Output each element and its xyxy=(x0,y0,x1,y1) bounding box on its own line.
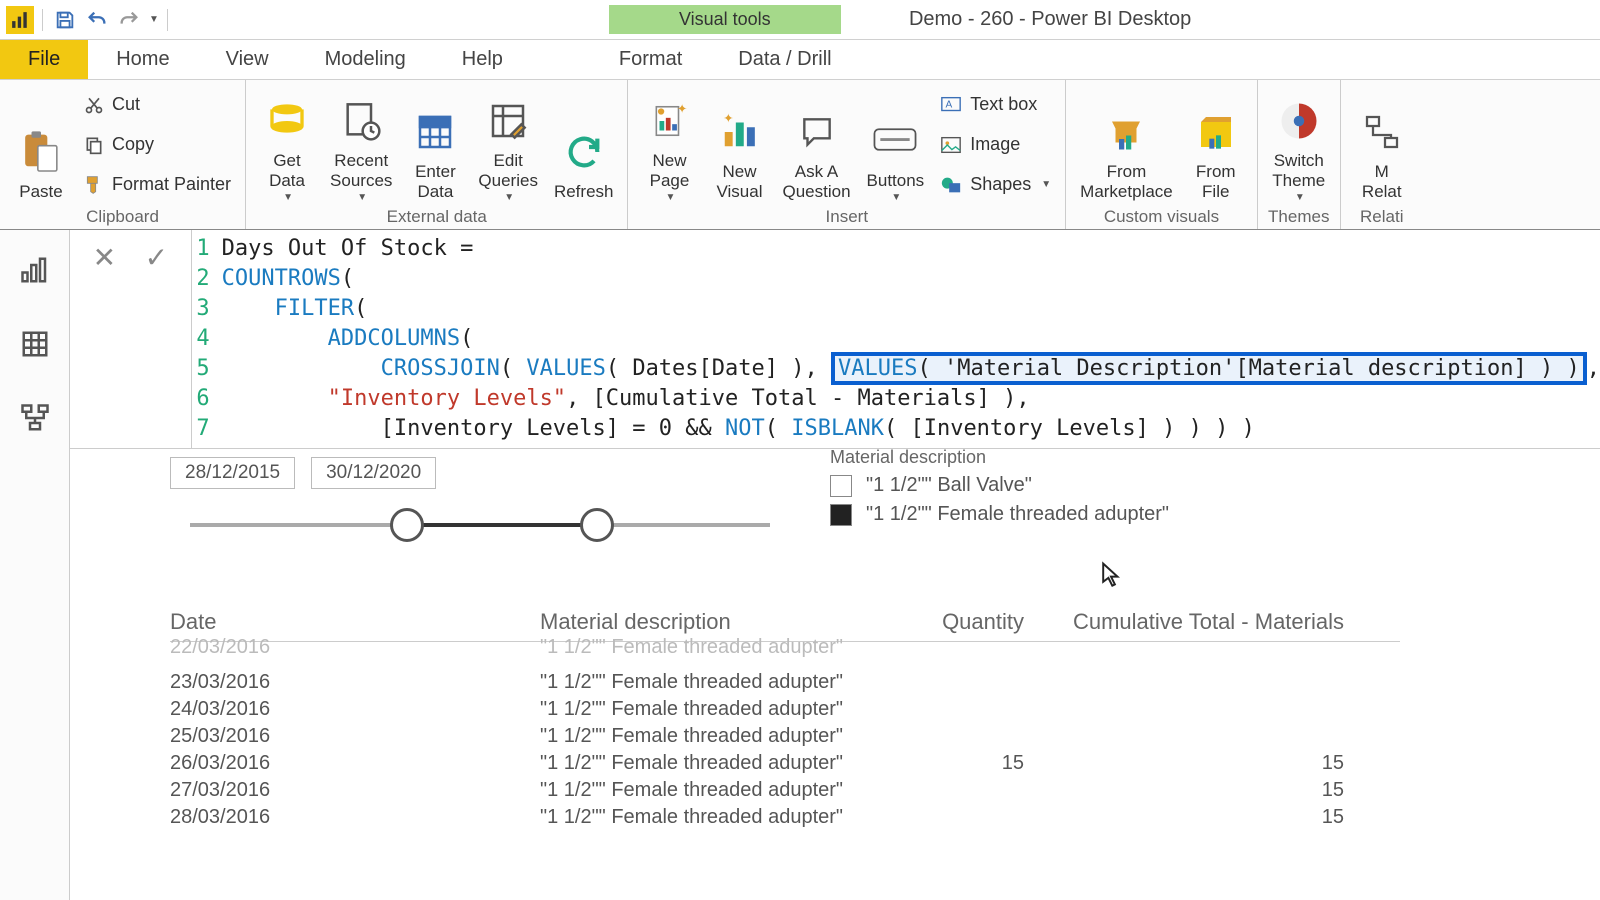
tab-view[interactable]: View xyxy=(198,40,297,79)
textbox-button[interactable]: A Text box xyxy=(936,89,1055,121)
data-table[interactable]: Date Material description Quantity Cumul… xyxy=(170,609,1400,831)
tab-modeling[interactable]: Modeling xyxy=(297,40,434,79)
app-icon xyxy=(6,6,34,34)
scissors-icon xyxy=(84,95,104,115)
table-row[interactable]: 24/03/2016"1 1/2"" Female threaded adupt… xyxy=(170,696,1400,723)
report-view-icon[interactable] xyxy=(13,248,57,292)
checkbox-icon[interactable] xyxy=(830,504,852,526)
group-custom-visuals: From Marketplace From File Custom visual… xyxy=(1066,80,1258,229)
material-option-2[interactable]: "1 1/2"" Female threaded adupter" xyxy=(830,503,1169,526)
document-title: Demo - 260 - Power BI Desktop xyxy=(909,8,1191,31)
image-button[interactable]: Image xyxy=(936,129,1055,161)
formula-commit-button[interactable]: ✓ xyxy=(135,236,177,278)
image-icon xyxy=(940,135,962,155)
material-option-1[interactable]: "1 1/2"" Ball Valve" xyxy=(830,474,1169,497)
redo-icon[interactable] xyxy=(115,6,143,34)
tab-data-drill[interactable]: Data / Drill xyxy=(710,40,859,79)
data-view-icon[interactable] xyxy=(13,322,57,366)
formula-cancel-button[interactable]: ✕ xyxy=(83,236,125,278)
copy-icon xyxy=(84,135,104,155)
formula-bar: ✕ ✓ 1Days Out Of Stock = 2COUNTROWS( 3 F… xyxy=(70,230,1600,449)
table-row[interactable]: 28/03/2016"1 1/2"" Female threaded adupt… xyxy=(170,804,1400,831)
format-painter-button[interactable]: Format Painter xyxy=(80,169,235,201)
table-row[interactable]: 25/03/2016"1 1/2"" Female threaded adupt… xyxy=(170,723,1400,750)
checkbox-icon[interactable] xyxy=(830,475,852,497)
svg-text:✦: ✦ xyxy=(677,102,688,116)
ask-a-question-button[interactable]: Ask A Question xyxy=(778,87,854,203)
date-from-input[interactable]: 28/12/2015 xyxy=(170,457,295,489)
table-row[interactable]: 26/03/2016"1 1/2"" Female threaded adupt… xyxy=(170,750,1400,777)
svg-text:✦: ✦ xyxy=(724,112,735,126)
view-rail xyxy=(0,230,70,900)
tab-file[interactable]: File xyxy=(0,40,88,79)
date-slicer[interactable]: 28/12/2015 30/12/2020 xyxy=(170,457,790,527)
slider-handle-right[interactable] xyxy=(580,508,614,542)
new-visual-button[interactable]: ✦ New Visual xyxy=(708,87,770,203)
tab-format[interactable]: Format xyxy=(591,40,710,79)
table-row[interactable]: 22/03/2016"1 1/2"" Female threaded adupt… xyxy=(170,634,1400,661)
edit-queries-button[interactable]: Edit Queries▼ xyxy=(474,87,542,203)
material-slicer[interactable]: Material description "1 1/2"" Ball Valve… xyxy=(830,449,1169,532)
table-row[interactable]: 27/03/2016"1 1/2"" Female threaded adupt… xyxy=(170,777,1400,804)
cursor-icon xyxy=(1100,561,1122,593)
contextual-tab-label: Visual tools xyxy=(609,5,841,34)
material-slicer-title: Material description xyxy=(830,449,1169,468)
tab-help[interactable]: Help xyxy=(434,40,531,79)
refresh-button[interactable]: Refresh xyxy=(550,87,618,203)
switch-theme-button[interactable]: Switch Theme▼ xyxy=(1268,87,1330,203)
report-canvas[interactable]: 28/12/2015 30/12/2020 Material descripti… xyxy=(70,449,1600,900)
title-bar: ▼ Visual tools Demo - 260 - Power BI Des… xyxy=(0,0,1600,40)
date-slider-track[interactable] xyxy=(190,523,770,527)
enter-data-button[interactable]: Enter Data xyxy=(404,87,466,203)
paste-button[interactable]: Paste xyxy=(10,87,72,203)
highlighted-token: VALUES( 'Material Description'[Material … xyxy=(831,352,1587,385)
model-view-icon[interactable] xyxy=(13,396,57,440)
formula-editor[interactable]: 1Days Out Of Stock = 2COUNTROWS( 3 FILTE… xyxy=(192,230,1600,448)
cut-button[interactable]: Cut xyxy=(80,89,235,121)
shapes-icon xyxy=(940,175,962,195)
group-external-data: Get Data▼ Recent Sources▼ Enter Data Edi… xyxy=(246,80,628,229)
get-data-button[interactable]: Get Data▼ xyxy=(256,87,318,203)
recent-sources-button[interactable]: Recent Sources▼ xyxy=(326,87,396,203)
qat-dropdown-icon[interactable]: ▼ xyxy=(149,14,159,25)
new-page-button[interactable]: ✦ New Page▼ xyxy=(638,87,700,203)
table-row[interactable]: 23/03/2016"1 1/2"" Female threaded adupt… xyxy=(170,669,1400,696)
slider-handle-left[interactable] xyxy=(390,508,424,542)
ribbon-body: Paste Cut Copy Format Painter Clipboard xyxy=(0,80,1600,230)
svg-text:A: A xyxy=(946,99,953,110)
date-to-input[interactable]: 30/12/2020 xyxy=(311,457,436,489)
brush-icon xyxy=(84,175,104,195)
group-themes: Switch Theme▼ Themes xyxy=(1258,80,1341,229)
group-clipboard: Paste Cut Copy Format Painter Clipboard xyxy=(0,80,246,229)
textbox-icon: A xyxy=(940,95,962,115)
tab-home[interactable]: Home xyxy=(88,40,197,79)
shapes-button[interactable]: Shapes▼ xyxy=(936,169,1055,201)
buttons-button[interactable]: Buttons▼ xyxy=(863,87,929,203)
ribbon-tabs: File Home View Modeling Help Format Data… xyxy=(0,40,1600,80)
copy-button[interactable]: Copy xyxy=(80,129,235,161)
undo-icon[interactable] xyxy=(83,6,111,34)
from-marketplace-button[interactable]: From Marketplace xyxy=(1076,87,1177,203)
from-file-button[interactable]: From File xyxy=(1185,87,1247,203)
manage-relationships-button[interactable]: M Relat xyxy=(1351,87,1413,203)
save-icon[interactable] xyxy=(51,6,79,34)
group-insert: ✦ New Page▼ ✦ New Visual Ask A Question … xyxy=(628,80,1066,229)
group-relationships: M Relat Relati xyxy=(1341,80,1423,229)
